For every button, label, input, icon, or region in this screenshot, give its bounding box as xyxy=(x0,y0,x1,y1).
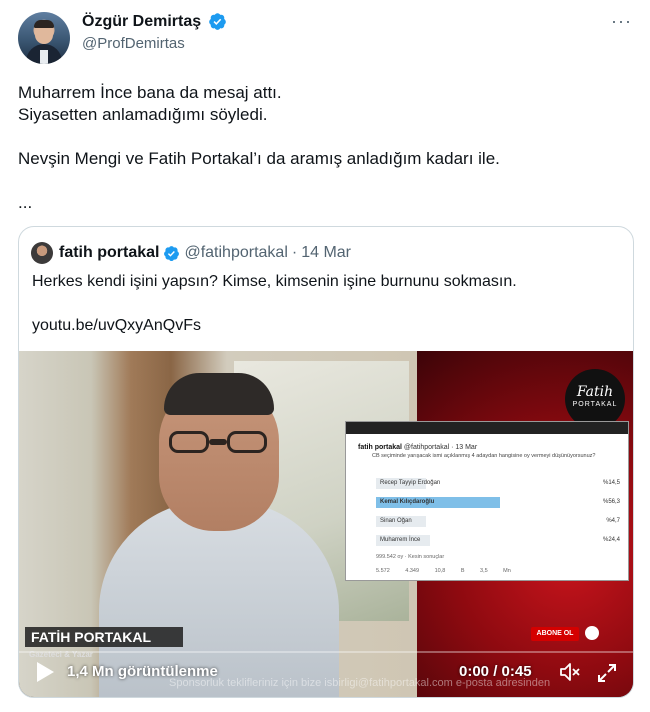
author-names: Özgür Demirtaş @ProfDemirtas xyxy=(82,12,227,52)
logo-line2: PORTAKAL xyxy=(572,401,618,408)
meta-separator: · xyxy=(291,244,298,261)
poll-votes: 999.542 oy · Kesin sonuçlar xyxy=(376,554,445,560)
author-avatar[interactable] xyxy=(18,12,70,64)
mute-icon[interactable] xyxy=(559,661,581,683)
tweet-text-line: Muharrem İnce bana da mesaj attı. xyxy=(18,83,282,102)
quoted-text: Herkes kendi işini yapsın? Kimse, kimsen… xyxy=(32,273,517,290)
quoted-author-handle: @fatihportakal xyxy=(184,244,288,261)
poll-option-percent: %4,7 xyxy=(606,518,620,524)
expand-icon[interactable] xyxy=(597,663,617,683)
channel-logo: Fatih PORTAKAL xyxy=(565,369,625,429)
subscribe-badge: ABONE OL xyxy=(531,627,579,641)
poll-option-percent: %14,5 xyxy=(602,480,620,486)
poll-option: Recep Tayyip Erdoğan %14,5 xyxy=(376,478,620,489)
tweet-text-line: Nevşin Mengi ve Fatih Portakal’ı da aram… xyxy=(18,149,500,168)
poll-option-label: Kemal Kılıçdaroğlu xyxy=(380,499,435,505)
view-count: 1,4 Mn görüntülenme xyxy=(67,663,218,680)
quoted-author-name: fatih portakal xyxy=(59,244,160,261)
author-display-name[interactable]: Özgür Demirtaş xyxy=(82,13,201,31)
quoted-link[interactable]: youtu.be/uvQxyAnQvFs xyxy=(32,315,622,337)
poll-author: fatih portakal xyxy=(358,444,402,451)
more-options-icon[interactable]: ··· xyxy=(611,12,632,30)
tweet-text-line: ... xyxy=(18,193,33,212)
poll-option: Sinan Oğan %4,7 xyxy=(376,516,620,527)
poll-question: CB seçiminde yarışacak ismi açıklanmış 4… xyxy=(372,453,596,459)
quoted-tweet-header: fatih portakal @fatihportakal · 14 Mar xyxy=(31,241,351,265)
video-time: 0:00 / 0:45 xyxy=(459,663,532,680)
poll-stats: 5.572 4.349 10,8 B 3,5 Mn xyxy=(376,568,511,574)
quoted-tweet-text: Herkes kendi işini yapsın? Kimse, kimsen… xyxy=(32,271,622,337)
logo-line1: Fatih xyxy=(576,384,614,400)
quoted-author-avatar xyxy=(31,242,53,264)
tweet-text-line: Siyasetten anlamadığımı söyledi. xyxy=(18,105,268,124)
author-handle[interactable]: @ProfDemirtas xyxy=(82,35,227,52)
poll-option-percent: %24,4 xyxy=(602,537,620,543)
poll-option-label: Recep Tayyip Erdoğan xyxy=(380,480,441,486)
poll-option-label: Muharrem İnce xyxy=(380,537,421,543)
verified-badge-icon xyxy=(208,13,226,30)
tweet-text: Muharrem İnce bana da mesaj attı. Siyase… xyxy=(18,82,628,214)
lower-third-title: FATİH PORTAKAL xyxy=(25,627,183,647)
poll-option-percent: %56,3 xyxy=(602,499,620,505)
video-player[interactable]: Fatih PORTAKAL fatih portakal @fatihport… xyxy=(19,351,633,697)
poll-option-label: Sinan Oğan xyxy=(380,518,412,524)
poll-handle: @fatihportakal · 13 Mar xyxy=(403,444,478,451)
poll-screenshot: fatih portakal @fatihportakal · 13 Mar C… xyxy=(345,421,629,581)
verified-badge-icon xyxy=(164,245,180,261)
poll-option: Kemal Kılıçdaroğlu %56,3 xyxy=(376,497,620,508)
quoted-tweet[interactable]: fatih portakal @fatihportakal · 14 Mar H… xyxy=(18,226,634,698)
play-icon[interactable] xyxy=(35,661,55,683)
video-progress-bar[interactable] xyxy=(19,651,633,653)
tweet-header: Özgür Demirtaş @ProfDemirtas ··· xyxy=(16,10,634,70)
quoted-tweet-date: 14 Mar xyxy=(301,244,351,261)
bell-icon xyxy=(585,626,599,640)
poll-option: Muharrem İnce %24,4 xyxy=(376,535,620,546)
